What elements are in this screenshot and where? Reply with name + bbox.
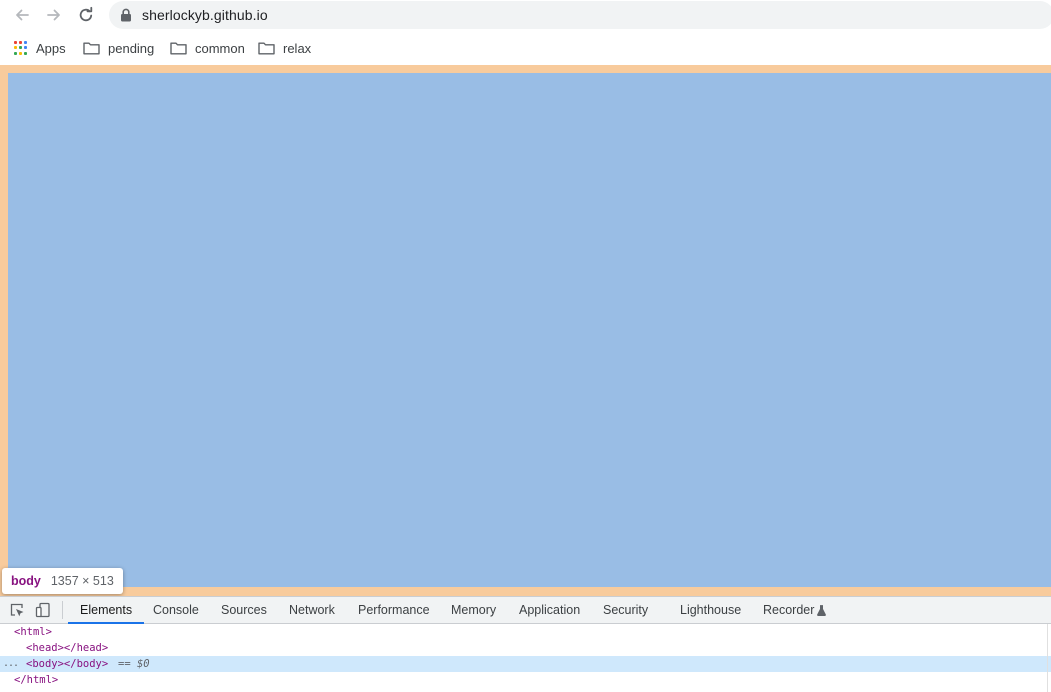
tab-sources[interactable]: Sources	[221, 597, 267, 623]
dom-node-html-close[interactable]: </html>	[0, 672, 1051, 688]
reload-button[interactable]	[74, 3, 98, 27]
apps-grid-icon	[14, 41, 28, 55]
tab-network[interactable]: Network	[289, 597, 335, 623]
body-tag: <body></body>	[26, 658, 109, 670]
flask-icon	[817, 605, 827, 616]
forward-button[interactable]	[42, 3, 66, 27]
reload-icon	[79, 6, 93, 22]
tab-lighthouse[interactable]: Lighthouse	[680, 597, 741, 623]
head-tag: <head></head>	[26, 642, 109, 654]
bookmark-label: pending	[108, 40, 155, 56]
devtools-panel: Elements Console Sources Network Perform…	[0, 596, 1051, 692]
device-toolbar-button[interactable]	[34, 601, 52, 619]
tab-performance[interactable]: Performance	[358, 597, 430, 623]
inspect-element-button[interactable]	[8, 601, 26, 619]
bookmark-label: Apps	[36, 40, 66, 56]
bookmark-label: relax	[283, 40, 312, 56]
address-bar[interactable]: sherlockyb.github.io	[109, 1, 1051, 29]
arrow-left-icon	[16, 9, 29, 21]
dom-node-head[interactable]: <head></head>	[0, 640, 1051, 656]
node-actions-ellipsis[interactable]: ...	[3, 656, 19, 672]
tooltip-size: 1357 × 513	[50, 574, 114, 588]
bookmark-apps[interactable]: Apps	[14, 39, 66, 57]
tooltip-tag: body	[11, 574, 41, 588]
dom-node-html[interactable]: <html>	[0, 624, 1051, 640]
tab-console[interactable]: Console	[153, 597, 199, 623]
tab-security[interactable]: Security	[603, 597, 648, 623]
inspect-element-icon	[10, 603, 24, 617]
folder-icon	[258, 42, 275, 55]
tab-application[interactable]: Application	[519, 597, 580, 623]
bookmarks-bar: Apps pending common relax	[0, 31, 1051, 65]
lock-icon	[121, 8, 131, 22]
selected-node-ref: == $0	[118, 658, 150, 670]
html-close-tag: </html>	[14, 674, 59, 686]
html-open-tag: <html>	[14, 626, 52, 638]
tab-recorder-label: Recorder	[763, 603, 815, 617]
browser-toolbar: sherlockyb.github.io	[0, 0, 1051, 31]
arrow-right-icon	[47, 9, 60, 21]
bookmark-label: common	[195, 40, 245, 56]
folder-icon	[83, 42, 100, 55]
tab-elements[interactable]: Elements	[67, 597, 145, 624]
dom-tree: <html> <head></head> ... <body></body> =…	[0, 624, 1051, 692]
toolbar-divider	[62, 601, 63, 619]
tab-memory[interactable]: Memory	[451, 597, 496, 623]
inspect-tooltip: body 1357 × 513	[2, 568, 123, 594]
bookmark-pending[interactable]: pending	[83, 39, 154, 57]
devtools-tabbar: Elements Console Sources Network Perform…	[0, 597, 1051, 624]
back-button[interactable]	[10, 3, 34, 27]
url-text[interactable]: sherlockyb.github.io	[142, 7, 268, 23]
tab-recorder[interactable]: Recorder	[763, 597, 827, 623]
body-highlight	[8, 73, 1051, 587]
page-viewport[interactable]: body 1357 × 513	[0, 65, 1051, 596]
folder-icon	[170, 42, 187, 55]
devtools-scrollbar[interactable]	[1047, 624, 1051, 692]
device-toolbar-icon	[35, 602, 50, 618]
dom-node-body[interactable]: ... <body></body> == $0	[0, 656, 1051, 672]
bookmark-relax[interactable]: relax	[258, 39, 311, 57]
bookmark-common[interactable]: common	[170, 39, 245, 57]
